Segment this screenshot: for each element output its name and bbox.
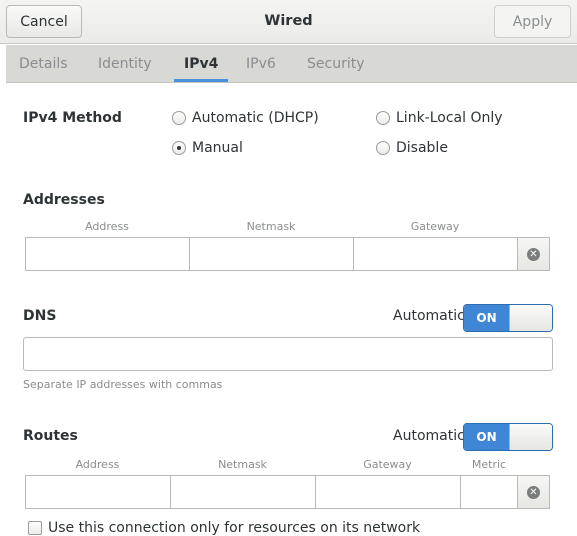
dns-label: DNS <box>23 308 57 324</box>
routes-automatic-label: Automatic <box>393 428 465 444</box>
gateway-input[interactable] <box>353 237 518 271</box>
dns-hint: Separate IP addresses with commas <box>23 378 223 391</box>
netmask-column-header: Netmask <box>246 220 296 233</box>
route-netmask-input[interactable] <box>170 475 316 509</box>
radio-link-local-only[interactable]: Link-Local Only <box>376 110 503 126</box>
switch-on-label: ON <box>464 424 509 450</box>
dialog-title: Wired <box>264 13 313 29</box>
addresses-label: Addresses <box>23 192 105 208</box>
switch-knob <box>509 424 552 450</box>
tab-security[interactable]: Security <box>307 45 365 82</box>
delete-address-button[interactable]: ✕ <box>517 237 550 271</box>
ipv4-method-label: IPv4 Method <box>23 110 122 126</box>
delete-route-button[interactable]: ✕ <box>517 475 550 509</box>
route-netmask-column-header: Netmask <box>218 458 267 471</box>
route-gateway-column-header: Gateway <box>363 458 412 471</box>
route-metric-input[interactable] <box>460 475 518 509</box>
radio-automatic-dhcp[interactable]: Automatic (DHCP) <box>172 110 319 126</box>
apply-button[interactable]: Apply <box>494 5 571 38</box>
dns-automatic-label: Automatic <box>393 308 465 324</box>
close-icon: ✕ <box>527 247 540 261</box>
radio-label: Manual <box>192 140 243 156</box>
close-icon: ✕ <box>527 485 540 499</box>
route-address-column-header: Address <box>75 458 120 471</box>
route-metric-column-header: Metric <box>471 458 507 471</box>
tab-ipv4[interactable]: IPv4 <box>173 45 229 82</box>
address-input[interactable] <box>25 237 190 271</box>
checkbox-icon <box>28 521 42 535</box>
route-address-input[interactable] <box>25 475 171 509</box>
tab-details[interactable]: Details <box>19 45 68 82</box>
address-column-header: Address <box>85 220 129 233</box>
netmask-input[interactable] <box>189 237 354 271</box>
dns-automatic-switch[interactable]: ON <box>463 304 553 332</box>
route-gateway-input[interactable] <box>315 475 461 509</box>
radio-label: Disable <box>396 140 448 156</box>
only-local-resources-checkbox[interactable]: Use this connection only for resources o… <box>28 520 420 536</box>
switch-knob <box>509 305 552 331</box>
tab-ipv6[interactable]: IPv6 <box>246 45 276 82</box>
tab-bar: Details Identity IPv4 IPv6 Security <box>6 45 577 83</box>
radio-checked-icon <box>172 141 186 155</box>
checkbox-label: Use this connection only for resources o… <box>48 520 421 536</box>
radio-label: Automatic (DHCP) <box>192 110 319 126</box>
radio-circle-icon <box>376 111 390 125</box>
gateway-column-header: Gateway <box>410 220 460 233</box>
tab-identity[interactable]: Identity <box>98 45 152 82</box>
radio-circle-icon <box>172 111 186 125</box>
routes-automatic-switch[interactable]: ON <box>463 423 553 451</box>
routes-label: Routes <box>23 428 78 444</box>
radio-manual[interactable]: Manual <box>172 140 243 156</box>
switch-on-label: ON <box>464 305 509 331</box>
radio-circle-icon <box>376 141 390 155</box>
header-bar: Cancel Wired Apply <box>0 0 577 44</box>
dns-input[interactable] <box>23 337 553 371</box>
radio-label: Link-Local Only <box>396 110 503 126</box>
radio-disable[interactable]: Disable <box>376 140 448 156</box>
